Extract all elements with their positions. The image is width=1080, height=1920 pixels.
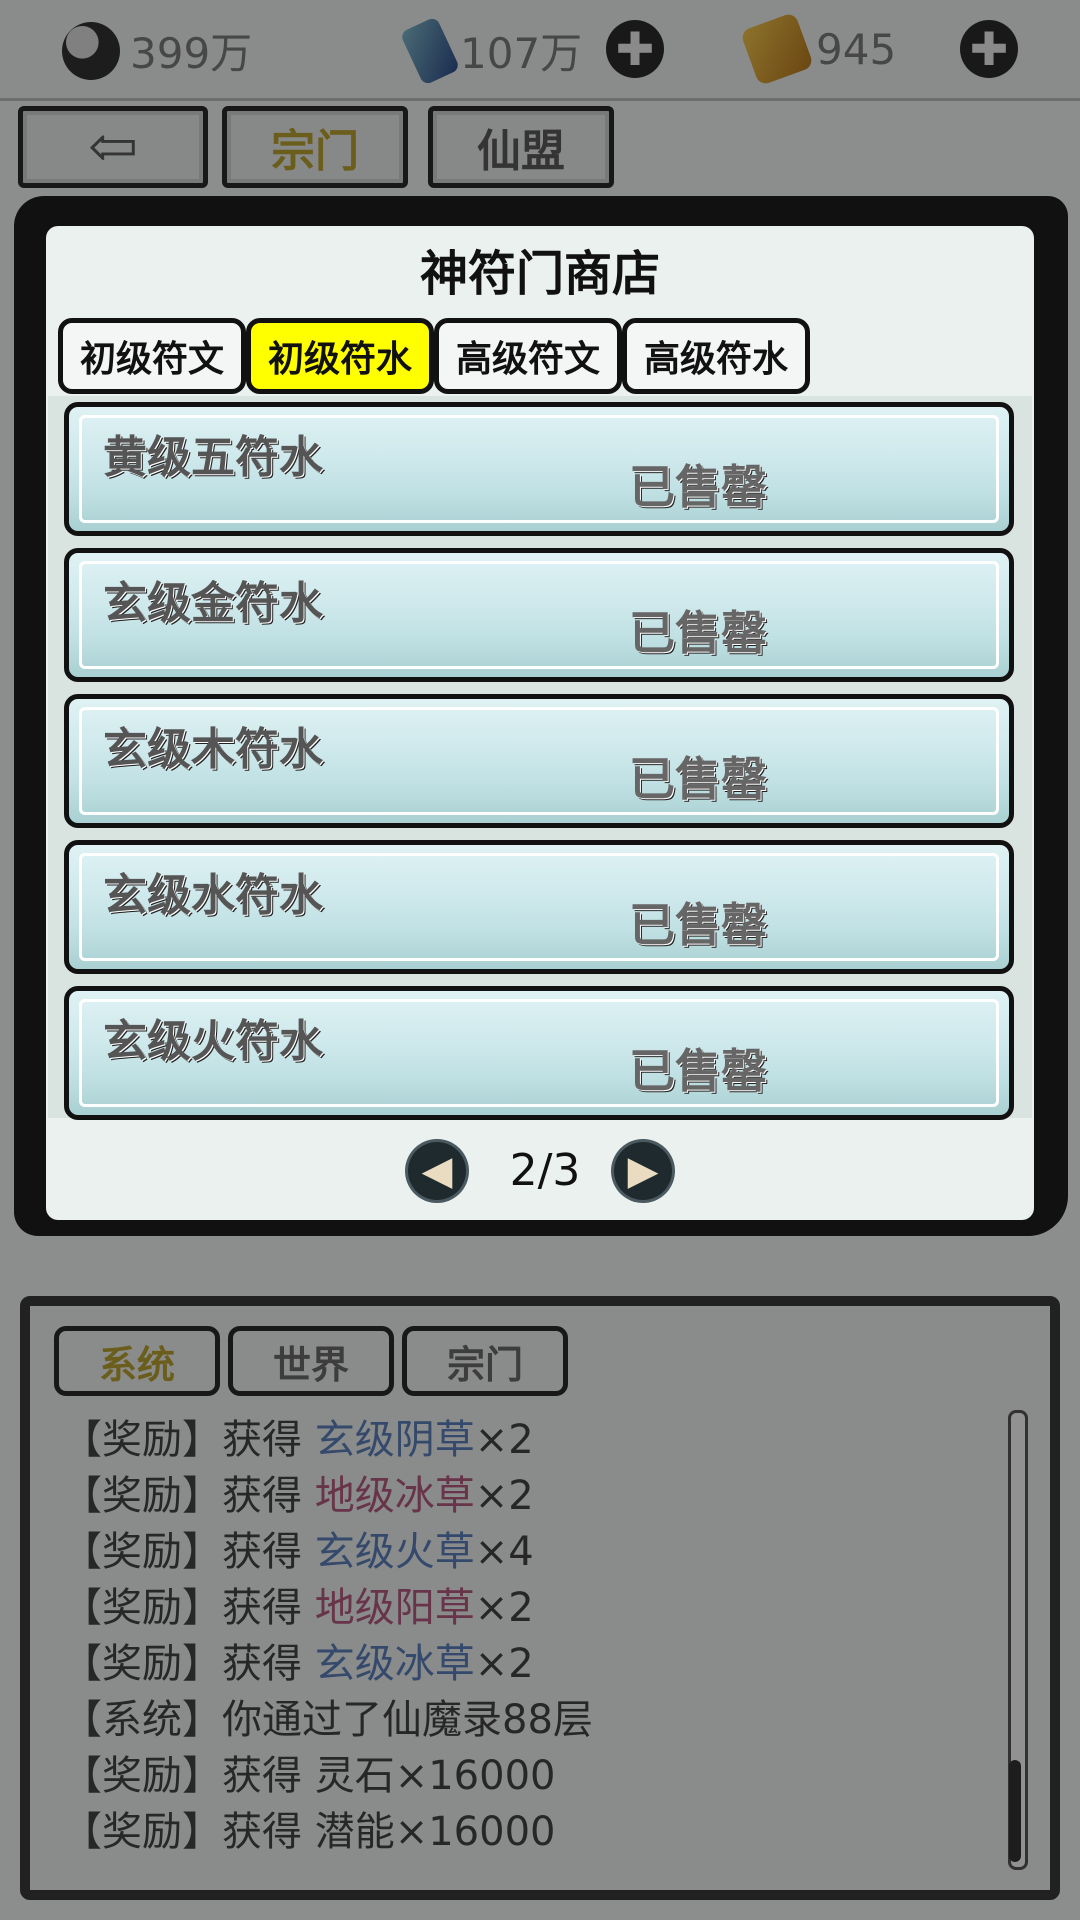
shop-item-name: 黄级五符水 [103,432,323,483]
tab-advanced-talisman-water[interactable]: 高级符水 [622,318,810,394]
shop-item-name: 玄级火符水 [103,1016,323,1067]
tab-basic-talisman-water[interactable]: 初级符水 [246,318,434,394]
shop-item[interactable]: 黄级五符水 已售罄 [64,402,1014,536]
tab-advanced-rune[interactable]: 高级符文 [434,318,622,394]
page-indicator: 2/3 [509,1145,581,1196]
tab-basic-rune[interactable]: 初级符文 [58,318,246,394]
prev-page-button[interactable]: ◀ [408,1142,466,1200]
shop-item-name: 玄级金符水 [103,578,323,629]
shop-item-status: 已售罄 [629,460,767,514]
shop-item-status: 已售罄 [629,752,767,806]
next-page-button[interactable]: ▶ [614,1142,672,1200]
shop-item-name: 玄级木符水 [103,724,323,775]
arrow-right-icon: ▶ [627,1148,659,1194]
shop-item-status: 已售罄 [629,898,767,952]
arrow-left-icon: ◀ [421,1148,453,1194]
shop-item[interactable]: 玄级金符水 已售罄 [64,548,1014,682]
shop-item-status: 已售罄 [629,1044,767,1098]
shop-item[interactable]: 玄级木符水 已售罄 [64,694,1014,828]
shop-item-name: 玄级水符水 [103,870,323,921]
shop-item[interactable]: 玄级水符水 已售罄 [64,840,1014,974]
shop-item-status: 已售罄 [629,606,767,660]
shop-item[interactable]: 玄级火符水 已售罄 [64,986,1014,1120]
shop-title: 神符门商店 [419,246,660,302]
